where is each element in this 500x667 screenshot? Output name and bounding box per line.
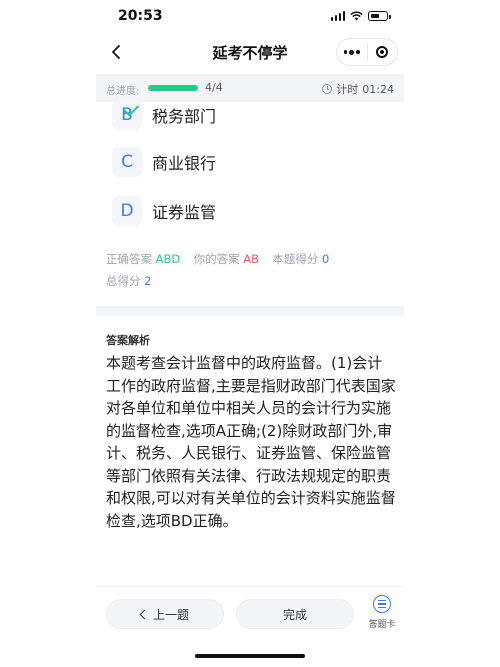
question-score-label: 本题得分 (272, 252, 319, 266)
bottom-bar: 上一题 完成 答题卡 (96, 586, 404, 637)
more-button[interactable] (337, 39, 367, 65)
analysis-title: 答案解析 (106, 334, 150, 347)
option-d-text: 证券监管 (152, 203, 217, 222)
finish-label: 完成 (282, 607, 307, 622)
back-button[interactable] (102, 38, 130, 66)
total-score-line: 总得分 2 (106, 273, 151, 289)
signal-icon (330, 11, 345, 21)
option-b-text: 税务部门 (152, 107, 217, 126)
answer-result-line: 正确答案 ABD 你的答案 AB 本题得分 0 (106, 251, 329, 267)
close-mini-program-button[interactable] (368, 39, 398, 65)
chevron-left-icon (112, 45, 120, 59)
phone-screen: 20:53 延考不停学 总进度: 4/4 计时 01:24 B 税务部门 C 商… (96, 0, 404, 667)
option-c[interactable]: C 商业银行 (112, 147, 216, 177)
clock-icon (322, 84, 333, 94)
answer-card-icon (373, 595, 391, 613)
total-score-value: 2 (144, 274, 152, 288)
analysis-body: 本题考查会计监督中的政府监督。(1)会计工作的政府监督,主要是指财政部门代表国家… (106, 354, 396, 530)
progress-fill (148, 85, 198, 91)
timer-value: 01:24 (362, 82, 394, 96)
timer-label: 计时 (336, 83, 359, 96)
status-icons (330, 11, 391, 21)
more-dots-icon (343, 49, 360, 55)
chevron-left-icon (139, 609, 150, 619)
your-answer-label: 你的答案 (193, 252, 240, 266)
mini-program-capsule (336, 38, 398, 66)
battery-icon (368, 11, 391, 21)
finish-button[interactable]: 完成 (236, 599, 354, 629)
wifi-icon (350, 11, 363, 21)
answer-card-label: 答题卡 (368, 620, 396, 630)
question-content: B 税务部门 C 商业银行 D 证券监管 正确答案 ABD 你的答案 AB 本题… (96, 102, 404, 582)
section-divider (96, 306, 404, 316)
status-time: 20:53 (118, 8, 163, 24)
status-bar: 20:53 (96, 0, 404, 34)
correct-answer-label: 正确答案 (106, 252, 152, 266)
option-d[interactable]: D 证券监管 (112, 196, 216, 226)
correct-answer-value: ABD (155, 252, 181, 266)
option-c-text: 商业银行 (152, 154, 217, 173)
option-b-letter: B (112, 102, 142, 130)
option-b[interactable]: B 税务部门 (112, 102, 216, 130)
nav-bar: 延考不停学 (96, 34, 404, 70)
screenshot-page: 20:53 延考不停学 总进度: 4/4 计时 01:24 B 税务部门 C 商… (0, 0, 500, 667)
progress-count: 4/4 (205, 81, 223, 94)
progress-strip: 总进度: 4/4 计时 01:24 (96, 74, 404, 102)
your-answer-value: AB (243, 252, 260, 266)
timer: 计时 01:24 (322, 81, 394, 97)
previous-question-button[interactable]: 上一题 (106, 599, 224, 629)
option-c-letter: C (112, 147, 142, 177)
progress-label: 总进度: (106, 86, 140, 97)
previous-question-label: 上一题 (152, 607, 189, 622)
total-score-label: 总得分 (106, 274, 141, 288)
question-score-value: 0 (321, 252, 330, 266)
progress-bar (148, 85, 198, 91)
home-indicator (195, 654, 305, 658)
option-d-letter: D (112, 196, 142, 226)
answer-card-button[interactable]: 答题卡 (364, 595, 400, 635)
target-icon (376, 46, 389, 58)
